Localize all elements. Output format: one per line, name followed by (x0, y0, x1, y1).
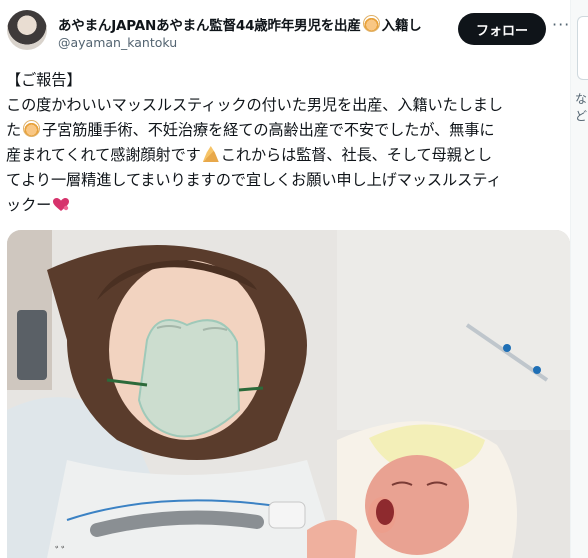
sidebar-search-edge[interactable] (577, 16, 588, 80)
photo-partial-caption: ﾞﾞ (55, 545, 67, 558)
baby-emoji-icon (362, 15, 380, 32)
tweet-photo[interactable]: ﾞﾞ (7, 230, 570, 558)
tweet-line: この度かわいいマッスルスティックの付いた男児を出産、入籍いたしまし (6, 96, 503, 114)
tweet-body: 【ご報告】 この度かわいいマッスルスティックの付いた男児を出産、入籍いたしまし … (6, 68, 566, 218)
tweet-card: あやまんJAPANあやまん監督44歳昨年男児を出産 入籍し @ayaman_kan… (0, 0, 570, 558)
more-options-icon[interactable]: ··· (552, 15, 570, 34)
sidebar-text-fragment: など (575, 92, 588, 123)
pray-emoji-icon (202, 146, 219, 162)
follow-button[interactable]: フォロー (458, 13, 546, 45)
tweet-line: てより一層精進してまいりますので宜しくお願い申し上げマッスルスティ (6, 171, 502, 189)
right-sidebar-edge: など (570, 0, 588, 558)
photo-illustration: ﾞﾞ (7, 230, 570, 558)
tweet-line: 産まれてくれて感謝顔射です これからは監督、社長、そして母親とし (6, 146, 492, 164)
tweet-line: 【ご報告】 (6, 71, 82, 89)
author-display-name[interactable]: あやまんJAPANあやまん監督44歳昨年男児を出産 入籍し (58, 14, 453, 34)
tweet-line: ックー (6, 193, 566, 218)
tweet-line: た子宮筋腫手術、不妊治療を経ての高齢出産で不安でしたが、無事に (6, 120, 495, 139)
heart-emoji-icon (53, 198, 70, 211)
baby-emoji-icon (23, 120, 41, 137)
author-avatar[interactable] (7, 10, 47, 50)
author-handle[interactable]: @ayaman_kantoku (58, 35, 177, 50)
